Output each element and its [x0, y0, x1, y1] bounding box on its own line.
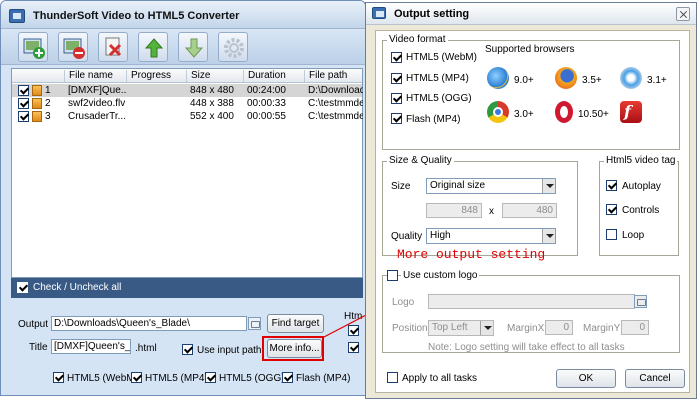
- loop-label: Loop: [622, 230, 645, 241]
- chrome-version: 3.0+: [514, 109, 534, 120]
- margin-x-label: MarginX: [507, 323, 545, 334]
- controls-checkbox[interactable]: [606, 204, 617, 215]
- quality-label: Quality: [391, 231, 423, 242]
- logo-browse-icon[interactable]: [634, 295, 647, 308]
- position-dropdown-value: Top Left: [432, 322, 468, 333]
- chrome-browser-icon: [487, 101, 509, 123]
- chevron-down-icon: [480, 321, 493, 335]
- firefox-browser-icon: [555, 67, 577, 89]
- dialog-title: Output setting: [394, 8, 470, 20]
- video-format-flash-checkbox[interactable]: [391, 113, 402, 124]
- position-dropdown[interactable]: Top Left: [428, 320, 494, 336]
- dialog-titlebar: Output setting: [366, 3, 696, 25]
- more-output-setting-callout: More output setting: [397, 247, 546, 262]
- opera-version: 10.50+: [578, 109, 609, 120]
- opera-browser-icon: [555, 101, 573, 123]
- output-setting-dialog: Output setting Video format HTML5 (WebM)…: [365, 2, 697, 399]
- logo-path-field[interactable]: [428, 294, 635, 309]
- margin-y-label: MarginY: [583, 323, 621, 334]
- use-custom-logo-checkbox[interactable]: [387, 270, 398, 281]
- video-format-ogg-label: HTML5 (OGG): [406, 93, 472, 104]
- use-custom-logo-label: Use custom logo: [401, 270, 480, 281]
- size-dropdown[interactable]: Original size: [426, 178, 556, 194]
- size-quality-group: Size & Quality Size Original size 848 x …: [382, 155, 578, 256]
- cancel-button[interactable]: Cancel: [625, 369, 685, 388]
- quality-dropdown-value: High: [430, 230, 451, 241]
- apply-all-tasks-checkbox[interactable]: [387, 372, 398, 383]
- size-label: Size: [391, 181, 411, 192]
- video-format-webm-checkbox[interactable]: [391, 52, 402, 63]
- video-format-legend: Video format: [387, 34, 448, 45]
- size-separator: x: [489, 206, 494, 217]
- chevron-down-icon: [542, 179, 555, 193]
- logo-note: Note: Logo setting will take effect to a…: [428, 342, 625, 353]
- supported-browsers-heading: Supported browsers: [485, 44, 575, 55]
- dialog-body: Video format HTML5 (WebM) HTML5 (MP4) HT…: [375, 30, 690, 393]
- html5-video-tag-group: Html5 video tag Autoplay Controls Loop: [599, 155, 679, 256]
- ok-button[interactable]: OK: [556, 369, 616, 388]
- video-format-mp4-label: HTML5 (MP4): [406, 73, 469, 84]
- controls-label: Controls: [622, 205, 660, 216]
- width-field[interactable]: 848: [426, 203, 482, 218]
- close-icon[interactable]: [676, 7, 690, 21]
- position-label: Position: [392, 323, 428, 334]
- margin-y-field[interactable]: 0: [621, 320, 649, 335]
- size-dropdown-value: Original size: [430, 180, 486, 191]
- video-format-group: Video format HTML5 (WebM) HTML5 (MP4) HT…: [382, 34, 680, 150]
- autoplay-label: Autoplay: [622, 181, 661, 192]
- height-field[interactable]: 480: [502, 203, 557, 218]
- size-quality-legend: Size & Quality: [387, 155, 454, 166]
- firefox-version: 3.5+: [582, 75, 602, 86]
- video-format-webm-label: HTML5 (WebM): [406, 52, 477, 63]
- loop-checkbox[interactable]: [606, 229, 617, 240]
- apply-all-tasks-label: Apply to all tasks: [402, 373, 478, 384]
- video-format-ogg-checkbox[interactable]: [391, 93, 402, 104]
- dialog-logo-icon: [372, 7, 386, 19]
- safari-version: 3.1+: [647, 75, 667, 86]
- video-format-flash-label: Flash (MP4): [406, 114, 461, 125]
- margin-x-field[interactable]: 0: [545, 320, 573, 335]
- ie-browser-icon: [487, 67, 509, 89]
- flash-player-icon: f: [620, 101, 642, 123]
- custom-logo-group: Use custom logo Logo Position Top Left M…: [382, 270, 680, 353]
- html5-video-tag-legend: Html5 video tag: [604, 155, 678, 166]
- safari-browser-icon: [620, 67, 642, 89]
- ie-version: 9.0+: [514, 75, 534, 86]
- video-format-mp4-checkbox[interactable]: [391, 73, 402, 84]
- autoplay-checkbox[interactable]: [606, 180, 617, 191]
- chevron-down-icon: [542, 229, 555, 243]
- quality-dropdown[interactable]: High: [426, 228, 556, 244]
- logo-label: Logo: [392, 297, 415, 308]
